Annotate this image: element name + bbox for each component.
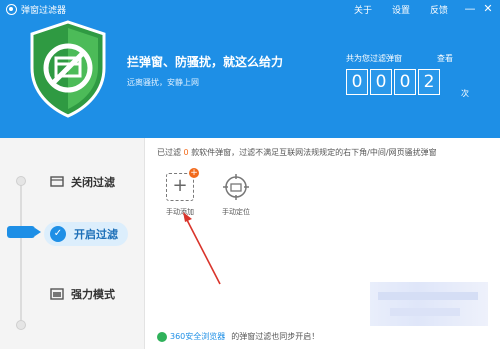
slider-dot: [16, 176, 26, 186]
browser-icon: [157, 331, 167, 342]
feedback-link[interactable]: 反馈: [430, 3, 448, 16]
close-button[interactable]: ✕: [480, 1, 496, 17]
mode-off-label: 关闭过滤: [71, 176, 115, 189]
badge-plus-icon: +: [189, 168, 199, 178]
footer-text: 的弹窗过滤也同步开启！: [231, 332, 320, 341]
top-links: 关于 设置 反馈: [354, 3, 448, 16]
counter-unit: 次: [461, 89, 469, 98]
check-icon: ✓: [50, 226, 66, 242]
counter-digit: 0: [394, 69, 416, 95]
crosshair-icon: [223, 174, 249, 200]
settings-link[interactable]: 设置: [392, 3, 410, 16]
app-title: 弹窗过滤器: [21, 6, 67, 16]
view-link[interactable]: 查看: [437, 53, 453, 64]
info-prefix: 已过滤: [157, 148, 181, 157]
header-banner: 弹窗过滤器 关于 设置 反馈 — ✕ 拦弹窗、防骚扰，就这么给力 远离骚扰，安静…: [0, 0, 500, 138]
filter-info: 已过滤 0 款软件弹窗，过滤不满足互联网法规规定的右下角/中间/网页骚扰弹窗: [157, 147, 437, 158]
blurred-region: [370, 282, 488, 326]
counter-digit: 0: [346, 69, 368, 95]
info-count: 0: [183, 148, 189, 157]
filter-counter: 0 0 0 2: [346, 69, 440, 95]
mode-slider-handle[interactable]: [7, 226, 41, 238]
slider-dot: [16, 320, 26, 330]
mode-on-label: 开启过滤: [74, 228, 118, 241]
footer-note: 360安全浏览器 的弹窗过滤也同步开启！: [157, 331, 319, 342]
mode-slider-track: [20, 180, 22, 328]
red-arrow-annotation: [183, 212, 221, 285]
filter-count-label: 共为您过滤弹窗: [346, 54, 402, 63]
counter-digit: 2: [418, 69, 440, 95]
subslogan: 远离骚扰，安静上网: [127, 78, 199, 87]
about-link[interactable]: 关于: [354, 3, 372, 16]
add-icon: + +: [166, 168, 199, 201]
window-block-icon: [50, 288, 64, 300]
counter-digit: 0: [370, 69, 392, 95]
browser-link[interactable]: 360安全浏览器: [170, 331, 225, 342]
mode-on[interactable]: ✓ 开启过滤: [44, 222, 128, 246]
shield-icon: [30, 20, 106, 118]
mode-strong-label: 强力模式: [71, 288, 115, 301]
minimize-button[interactable]: —: [462, 1, 478, 17]
info-suffix: 款软件弹窗，过滤不满足互联网法规规定的右下角/中间/网页骚扰弹窗: [191, 148, 437, 157]
add-symbol: +: [172, 175, 188, 196]
title-bar: 弹窗过滤器 关于 设置 反馈 — ✕: [0, 0, 500, 18]
mode-off[interactable]: 关闭过滤: [50, 174, 115, 190]
app-logo-icon: [6, 4, 17, 15]
mode-strong[interactable]: 强力模式: [50, 286, 115, 302]
slogan: 拦弹窗、防骚扰，就这么给力: [127, 55, 284, 69]
monitor-icon: [50, 176, 64, 187]
